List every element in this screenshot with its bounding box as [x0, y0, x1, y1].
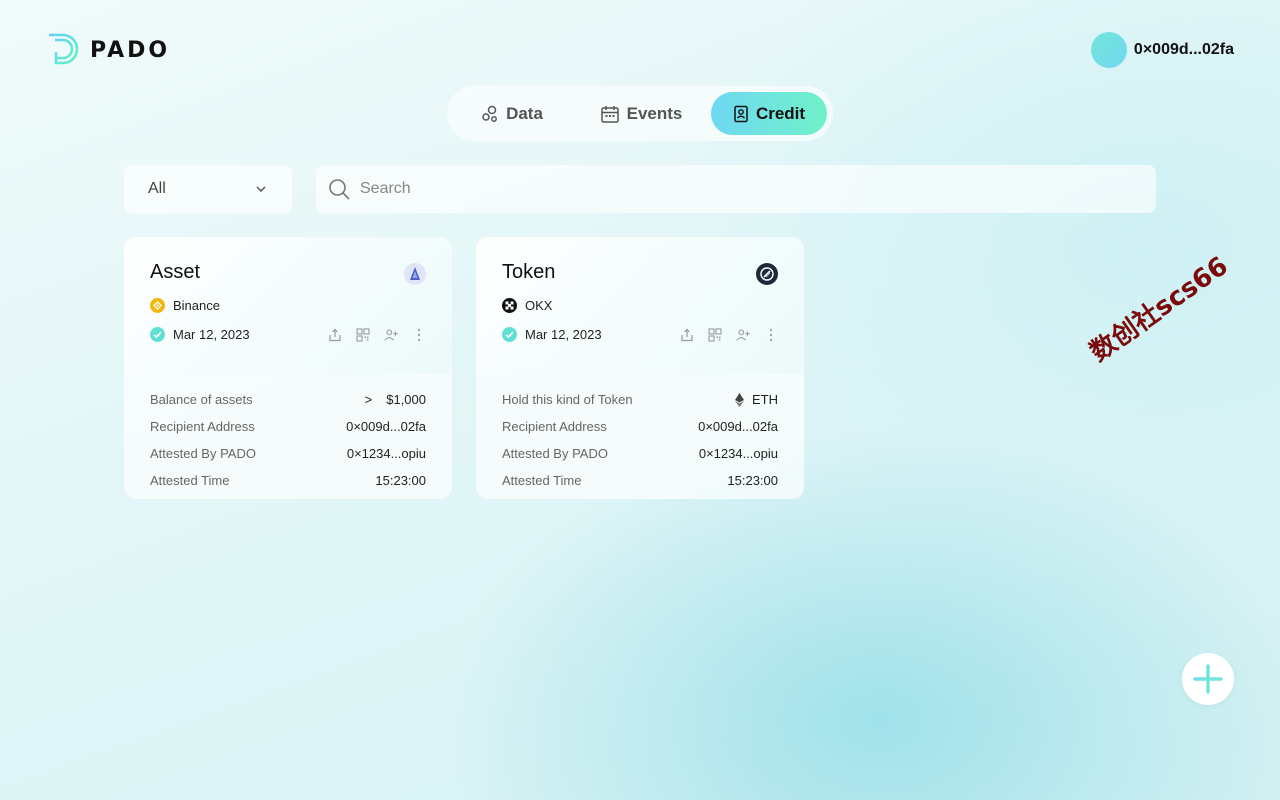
tab-data[interactable]: Data [453, 92, 571, 135]
card-actions [680, 328, 778, 342]
okx-icon [502, 298, 517, 313]
card-title: Token [502, 261, 556, 283]
card-header: Token OKX Mar 12, 2023 [476, 237, 804, 374]
detail-label: Attested Time [150, 473, 230, 488]
token-badge-icon [756, 263, 778, 285]
more-options-button[interactable] [764, 328, 778, 342]
detail-label: Balance of assets [150, 392, 253, 407]
calendar-icon [600, 105, 619, 123]
plus-icon [1193, 664, 1223, 694]
detail-label: Attested By PADO [502, 446, 608, 461]
detail-row: Attested By PADO 0×1234...opiu [150, 440, 426, 467]
add-user-button[interactable] [384, 328, 398, 342]
detail-value: ETH [735, 392, 778, 407]
check-circle-icon [502, 327, 517, 342]
tab-events-label: Events [626, 103, 683, 123]
detail-row: Recipient Address 0×009d...02fa [502, 413, 778, 440]
detail-row: Attested Time 15:23:00 [502, 467, 778, 494]
tab-credit[interactable]: Credit [711, 92, 827, 135]
search-bar [316, 165, 1156, 213]
triangle-badge-icon [404, 263, 426, 285]
share-button[interactable] [680, 328, 694, 342]
credential-card-token[interactable]: Token OKX Mar 12, 2023 Hold this kind of… [476, 237, 804, 499]
binance-icon [150, 298, 165, 313]
brand-name: PADO [90, 37, 171, 63]
eth-icon [735, 392, 744, 407]
tab-events[interactable]: Events [571, 92, 711, 135]
pado-logo[interactable]: PADO [46, 32, 170, 68]
add-user-icon [384, 329, 398, 341]
main-tabs: Data Events Credit [447, 86, 833, 141]
qr-code-icon [356, 328, 370, 342]
card-source-name: Binance [173, 298, 220, 313]
tab-data-label: Data [506, 103, 543, 123]
id-badge-icon [734, 105, 748, 122]
avatar [1090, 32, 1127, 68]
detail-label: Hold this kind of Token [502, 392, 633, 407]
card-date-text: Mar 12, 2023 [525, 327, 602, 342]
tab-credit-label: Credit [755, 103, 806, 123]
detail-row: Attested Time 15:23:00 [150, 467, 426, 494]
watermark-text: 数创社scs66 [1084, 251, 1234, 368]
add-user-icon [736, 329, 750, 341]
add-credential-button[interactable] [1182, 653, 1234, 705]
search-icon [329, 179, 350, 200]
qr-code-button[interactable] [708, 328, 722, 342]
category-filter-select[interactable]: All [124, 165, 292, 213]
detail-value: > $1,000 [365, 392, 426, 407]
share-icon [329, 328, 341, 342]
detail-value: 0×009d...02fa [346, 419, 426, 434]
detail-label: Recipient Address [502, 419, 607, 434]
detail-label: Recipient Address [150, 419, 255, 434]
card-details: Hold this kind of Token ETH Recipient Ad… [476, 374, 804, 499]
more-vertical-icon [417, 328, 421, 342]
card-date-text: Mar 12, 2023 [173, 327, 250, 342]
detail-row: Balance of assets > $1,000 [150, 386, 426, 413]
card-details: Balance of assets > $1,000 Recipient Add… [124, 374, 452, 499]
account-chip[interactable]: 0×009d...02fa [1090, 32, 1234, 68]
more-vertical-icon [769, 328, 773, 342]
search-input[interactable] [360, 180, 1144, 198]
detail-value: 15:23:00 [727, 473, 778, 488]
card-source: Binance [150, 298, 426, 313]
card-title: Asset [150, 261, 201, 283]
detail-value: 0×1234...opiu [346, 446, 426, 461]
share-button[interactable] [328, 328, 342, 342]
detail-value-text: ETH [752, 392, 778, 407]
detail-value: 0×009d...02fa [698, 419, 778, 434]
more-options-button[interactable] [412, 328, 426, 342]
card-actions [328, 328, 426, 342]
data-icon [482, 105, 498, 122]
detail-label: Attested Time [502, 473, 582, 488]
detail-value-text: $1,000 [386, 392, 426, 407]
detail-value: 0×1234...opiu [698, 446, 778, 461]
detail-row: Recipient Address 0×009d...02fa [150, 413, 426, 440]
detail-label: Attested By PADO [150, 446, 256, 461]
credential-card-asset[interactable]: Asset Binance Mar 12, 2023 Balance of as… [124, 237, 452, 499]
chevron-down-icon [256, 186, 266, 192]
check-circle-icon [150, 327, 165, 342]
qr-code-icon [708, 328, 722, 342]
pado-logo-icon [47, 33, 79, 65]
detail-row: Attested By PADO 0×1234...opiu [502, 440, 778, 467]
card-source-name: OKX [525, 298, 553, 313]
qr-code-button[interactable] [356, 328, 370, 342]
filter-selected-value: All [148, 180, 166, 197]
account-address: 0×009d...02fa [1133, 41, 1234, 58]
share-icon [681, 328, 693, 342]
add-user-button[interactable] [736, 328, 750, 342]
card-source: OKX [502, 298, 778, 313]
detail-row: Hold this kind of Token ETH [502, 386, 778, 413]
expand-arrow[interactable]: > [365, 392, 373, 407]
card-header: Asset Binance Mar 12, 2023 [124, 237, 452, 374]
detail-value: 15:23:00 [375, 473, 426, 488]
